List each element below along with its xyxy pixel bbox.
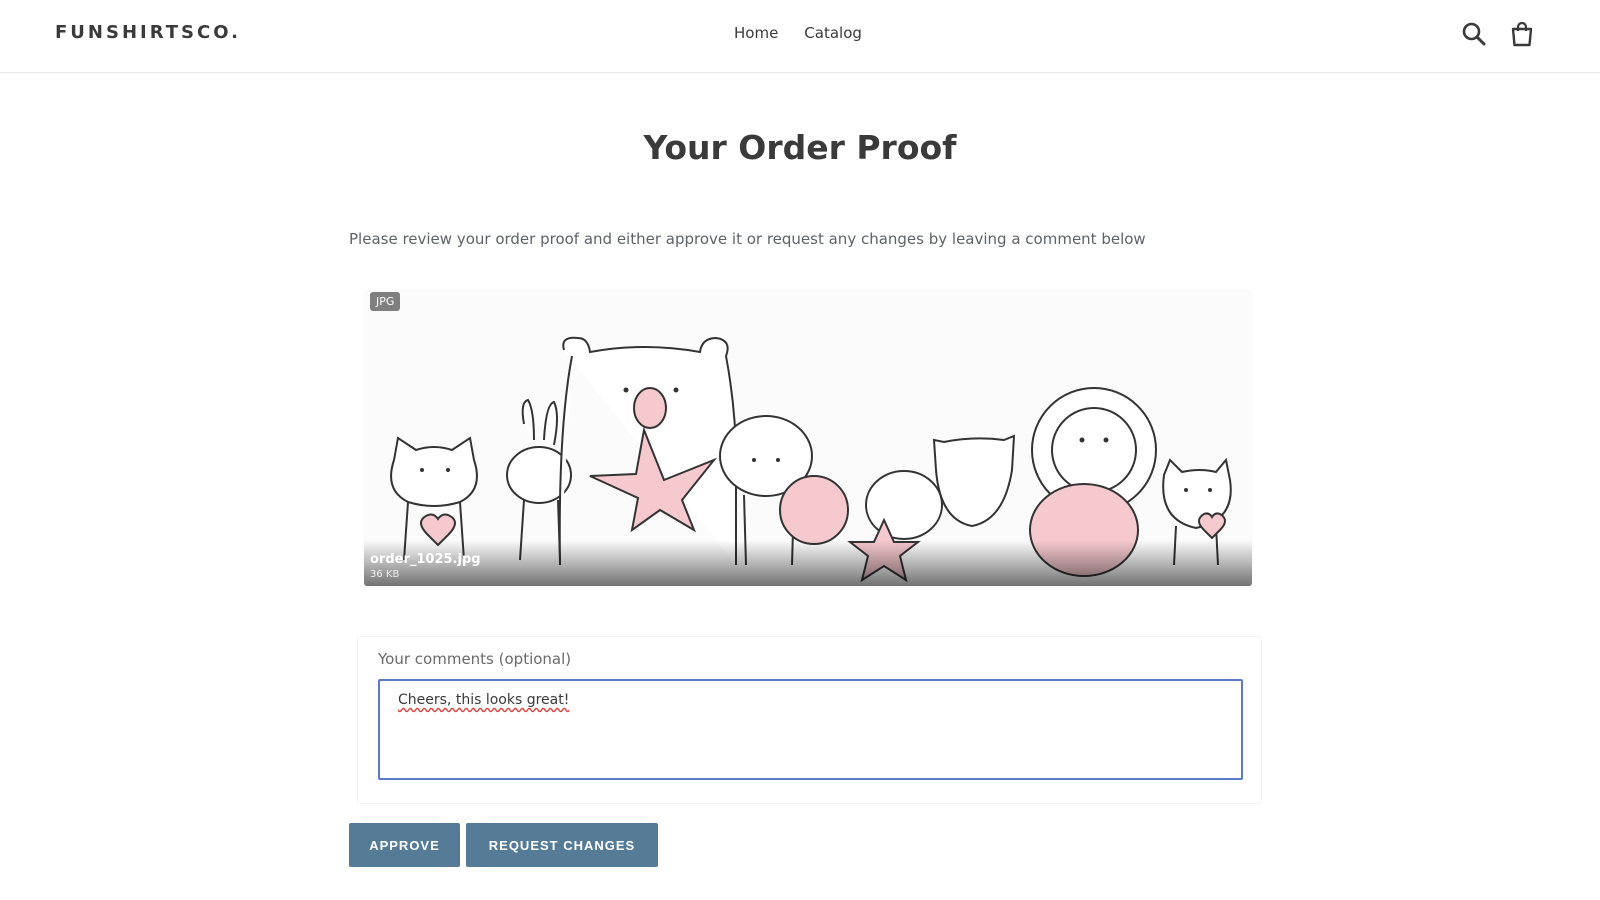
nav-link-catalog[interactable]: Catalog (804, 24, 862, 42)
search-icon[interactable] (1460, 20, 1488, 48)
comments-value: Cheers, this looks great! (398, 692, 570, 708)
request-changes-button[interactable]: REQUEST CHANGES (466, 823, 658, 867)
page-intro: Please review your order proof and eithe… (349, 230, 1146, 248)
comments-textarea[interactable]: Cheers, this looks great! (378, 679, 1243, 780)
file-name: order_1025.jpg (370, 552, 481, 567)
file-type-badge: JPG (370, 292, 401, 311)
site-header: FUNSHIRTSCO. Home Catalog (0, 0, 1600, 73)
site-logo[interactable]: FUNSHIRTSCO. (55, 22, 241, 43)
comments-label: Your comments (optional) (378, 650, 572, 668)
comments-card: Your comments (optional) Cheers, this lo… (357, 636, 1262, 804)
caption-overlay (364, 540, 1252, 586)
page-title: Your Order Proof (643, 128, 957, 167)
approve-button[interactable]: APPROVE (349, 823, 460, 867)
cart-icon[interactable] (1508, 20, 1536, 48)
main-nav: Home Catalog (734, 24, 862, 42)
proof-image-card[interactable]: JPG order_1025.jpg 36 KB (364, 290, 1252, 586)
nav-link-home[interactable]: Home (734, 24, 778, 42)
file-size: 36 KB (370, 569, 400, 580)
